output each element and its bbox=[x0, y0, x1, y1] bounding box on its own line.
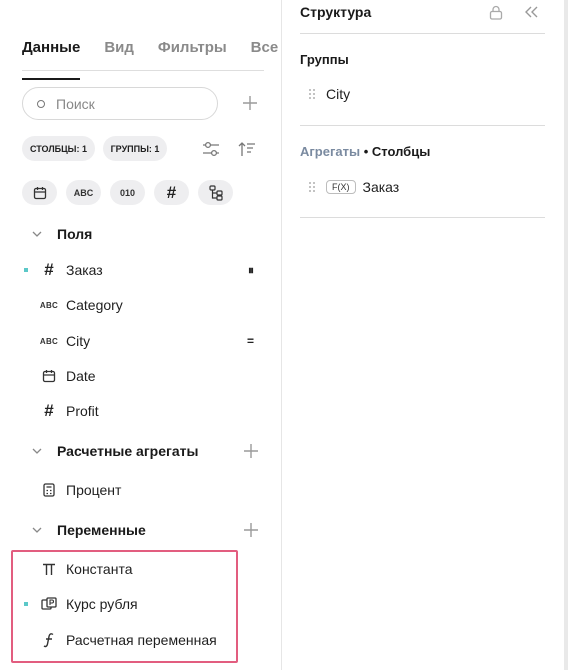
filter-hierarchy-button[interactable] bbox=[198, 180, 233, 205]
settings-sliders-button[interactable] bbox=[200, 138, 222, 160]
collapse-panel-icon[interactable] bbox=[523, 5, 539, 24]
add-variable-button[interactable] bbox=[242, 522, 260, 540]
calendar-icon bbox=[40, 367, 58, 385]
chevron-down-icon bbox=[32, 527, 42, 533]
sliders-icon bbox=[203, 141, 219, 157]
divider bbox=[300, 33, 545, 34]
groups-label: Группы bbox=[300, 52, 349, 67]
tab-bar: Данные Вид Фильтры Все bbox=[22, 36, 278, 80]
variables-section-header[interactable]: Переменные bbox=[32, 522, 146, 538]
chevron-down-icon bbox=[32, 231, 42, 237]
boolean-icon: 010 bbox=[119, 187, 136, 198]
divider bbox=[300, 217, 545, 218]
filter-boolean-button[interactable]: 010 bbox=[110, 180, 145, 205]
sort-icon bbox=[238, 142, 255, 156]
field-row-category[interactable]: ABC Category bbox=[24, 293, 264, 317]
hierarchy-icon bbox=[208, 184, 223, 201]
abc-icon: ABC bbox=[39, 336, 59, 346]
column-item-label: Заказ bbox=[362, 179, 400, 195]
selected-marker bbox=[24, 602, 28, 606]
search-icon bbox=[37, 99, 45, 108]
aggregates-columns-label: Агрегаты • Столбцы bbox=[300, 144, 430, 159]
field-label: Заказ bbox=[66, 262, 103, 278]
variable-label: Константа bbox=[66, 561, 133, 577]
currency-exchange-icon bbox=[40, 595, 58, 613]
calendar-icon bbox=[33, 186, 46, 199]
calculator-icon bbox=[40, 481, 58, 499]
aggregates-label: Агрегаты bbox=[300, 144, 361, 159]
columns-chip[interactable]: СТОЛБЦЫ: 1 bbox=[22, 136, 95, 161]
tab-filters[interactable]: Фильтры bbox=[158, 36, 227, 70]
search-box[interactable] bbox=[22, 87, 218, 120]
abc-icon: ABC bbox=[39, 300, 59, 310]
function-icon bbox=[40, 631, 58, 649]
field-row-city[interactable]: ABC City = bbox=[24, 329, 264, 353]
chevron-down-icon bbox=[32, 448, 42, 454]
field-label: Date bbox=[66, 368, 96, 384]
variable-label: Расчетная переменная bbox=[66, 632, 217, 648]
plus-icon bbox=[244, 523, 258, 537]
field-row-profit[interactable]: # Profit bbox=[24, 399, 264, 423]
filter-date-button[interactable] bbox=[22, 180, 57, 205]
pause-icon: ⏸ bbox=[247, 262, 254, 277]
tab-all[interactable]: Все bbox=[251, 36, 279, 70]
field-label: Profit bbox=[66, 403, 99, 419]
groups-chip[interactable]: ГРУППЫ: 1 bbox=[103, 136, 167, 161]
drag-handle-icon bbox=[309, 182, 315, 192]
hash-icon: # bbox=[44, 260, 54, 279]
drag-handle-icon bbox=[309, 89, 315, 99]
field-label: City bbox=[66, 333, 91, 349]
field-row-date[interactable]: Date bbox=[24, 364, 264, 388]
panel-scrollbar[interactable] bbox=[564, 0, 568, 670]
variables-section-title: Переменные bbox=[57, 522, 146, 538]
divider bbox=[300, 125, 545, 126]
data-panel: Данные Вид Фильтры Все СТОЛБЦЫ: 1 ГРУППЫ… bbox=[0, 0, 282, 670]
selected-marker bbox=[24, 268, 28, 272]
plus-icon bbox=[244, 444, 258, 458]
field-label: Category bbox=[66, 297, 123, 313]
sort-button[interactable] bbox=[236, 138, 258, 160]
fields-section-title: Поля bbox=[57, 226, 93, 242]
tab-data[interactable]: Данные bbox=[22, 36, 81, 80]
pi-icon bbox=[40, 560, 58, 578]
add-aggregate-button[interactable] bbox=[242, 443, 260, 461]
aggregate-label: Процент bbox=[66, 482, 122, 498]
abc-icon: ABC bbox=[73, 187, 94, 198]
search-input[interactable] bbox=[56, 95, 196, 112]
hash-icon: # bbox=[166, 182, 177, 202]
lock-icon[interactable] bbox=[489, 5, 503, 25]
column-item-order[interactable]: F(X) Заказ bbox=[308, 179, 399, 195]
variable-row-constant[interactable]: Константа bbox=[24, 557, 264, 581]
plus-icon bbox=[243, 96, 257, 110]
columns-chip-label: СТОЛБЦЫ: 1 bbox=[30, 143, 87, 154]
aggregates-section-header[interactable]: Расчетные агрегаты bbox=[32, 443, 198, 459]
variable-row-ruble-rate[interactable]: Курс рубля bbox=[24, 592, 264, 616]
structure-panel: Структура Группы City Агрегаты • Столбцы… bbox=[282, 0, 568, 670]
equals-icon: = bbox=[246, 334, 254, 348]
variable-row-calculated[interactable]: Расчетная переменная bbox=[24, 628, 264, 652]
groups-chip-label: ГРУППЫ: 1 bbox=[110, 143, 160, 154]
fields-section-header[interactable]: Поля bbox=[32, 226, 92, 242]
group-item-city[interactable]: City bbox=[308, 86, 350, 102]
structure-title: Структура bbox=[300, 4, 372, 20]
hash-icon: # bbox=[44, 401, 54, 420]
group-item-label: City bbox=[326, 86, 351, 102]
columns-label: • Столбцы bbox=[363, 144, 431, 159]
tab-view[interactable]: Вид bbox=[104, 36, 134, 70]
aggregates-section-title: Расчетные агрегаты bbox=[57, 443, 199, 459]
filter-string-button[interactable]: ABC bbox=[66, 180, 101, 205]
aggregate-row-percent[interactable]: Процент bbox=[24, 478, 264, 502]
filter-number-button[interactable]: # bbox=[154, 180, 189, 205]
variable-label: Курс рубля bbox=[66, 596, 138, 612]
add-field-button[interactable] bbox=[241, 95, 259, 113]
field-row-order[interactable]: # Заказ ⏸ bbox=[24, 258, 264, 282]
function-badge: F(X) bbox=[326, 180, 356, 194]
